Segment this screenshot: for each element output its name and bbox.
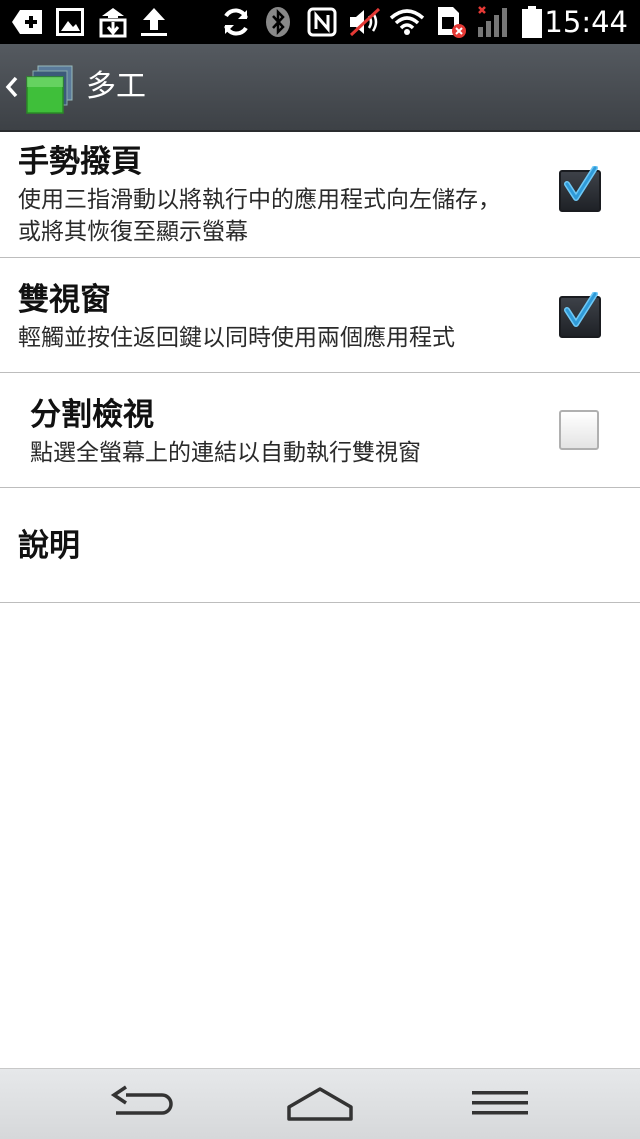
setting-row-split-view[interactable]: 分割檢視 點選全螢幕上的連結以自動執行雙視窗	[0, 373, 640, 488]
status-bar: 15:44	[0, 0, 640, 44]
clock: 15:44	[544, 5, 628, 39]
menu-icon[interactable]	[470, 1079, 530, 1129]
image-icon	[55, 6, 85, 38]
gesture-swipe-checkbox[interactable]	[559, 166, 601, 212]
home-icon[interactable]	[285, 1079, 355, 1129]
setting-row-dual-window[interactable]: 雙視窗 輕觸並按住返回鍵以同時使用兩個應用程式	[0, 258, 640, 373]
add-notification-icon	[10, 6, 44, 38]
sim-error-icon	[435, 6, 467, 38]
page-title: 多工	[86, 69, 146, 104]
setting-row-help[interactable]: 說明	[0, 488, 640, 603]
upload-icon	[138, 6, 170, 38]
action-bar: 多工	[0, 44, 640, 132]
chevron-left-icon[interactable]	[4, 72, 20, 102]
setting-description: 輕觸並按住返回鍵以同時使用兩個應用程式	[18, 325, 455, 351]
multitask-icon[interactable]	[22, 62, 76, 116]
wifi-icon	[389, 6, 425, 38]
bluetooth-icon	[263, 6, 293, 38]
setting-title: 說明	[18, 528, 80, 564]
sync-icon	[220, 6, 252, 38]
battery-icon	[520, 6, 544, 38]
setting-description: 使用三指滑動以將執行中的應用程式向左儲存，或將其恢復至顯示螢幕	[18, 187, 501, 245]
setting-title: 手勢撥頁	[18, 144, 142, 180]
setting-title: 分割檢視	[30, 397, 154, 433]
navigation-bar	[0, 1068, 640, 1139]
back-arrow-icon[interactable]	[108, 1079, 174, 1129]
signal-icon	[476, 6, 512, 38]
setting-title: 雙視窗	[18, 282, 111, 318]
download-icon	[97, 6, 129, 38]
setting-row-gesture-swipe[interactable]: 手勢撥頁 使用三指滑動以將執行中的應用程式向左儲存，或將其恢復至顯示螢幕	[0, 132, 640, 258]
nfc-icon	[306, 6, 338, 38]
setting-description: 點選全螢幕上的連結以自動執行雙視窗	[30, 440, 421, 466]
split-view-checkbox[interactable]	[559, 410, 599, 450]
dual-window-checkbox[interactable]	[559, 292, 601, 338]
mute-icon	[347, 6, 383, 38]
